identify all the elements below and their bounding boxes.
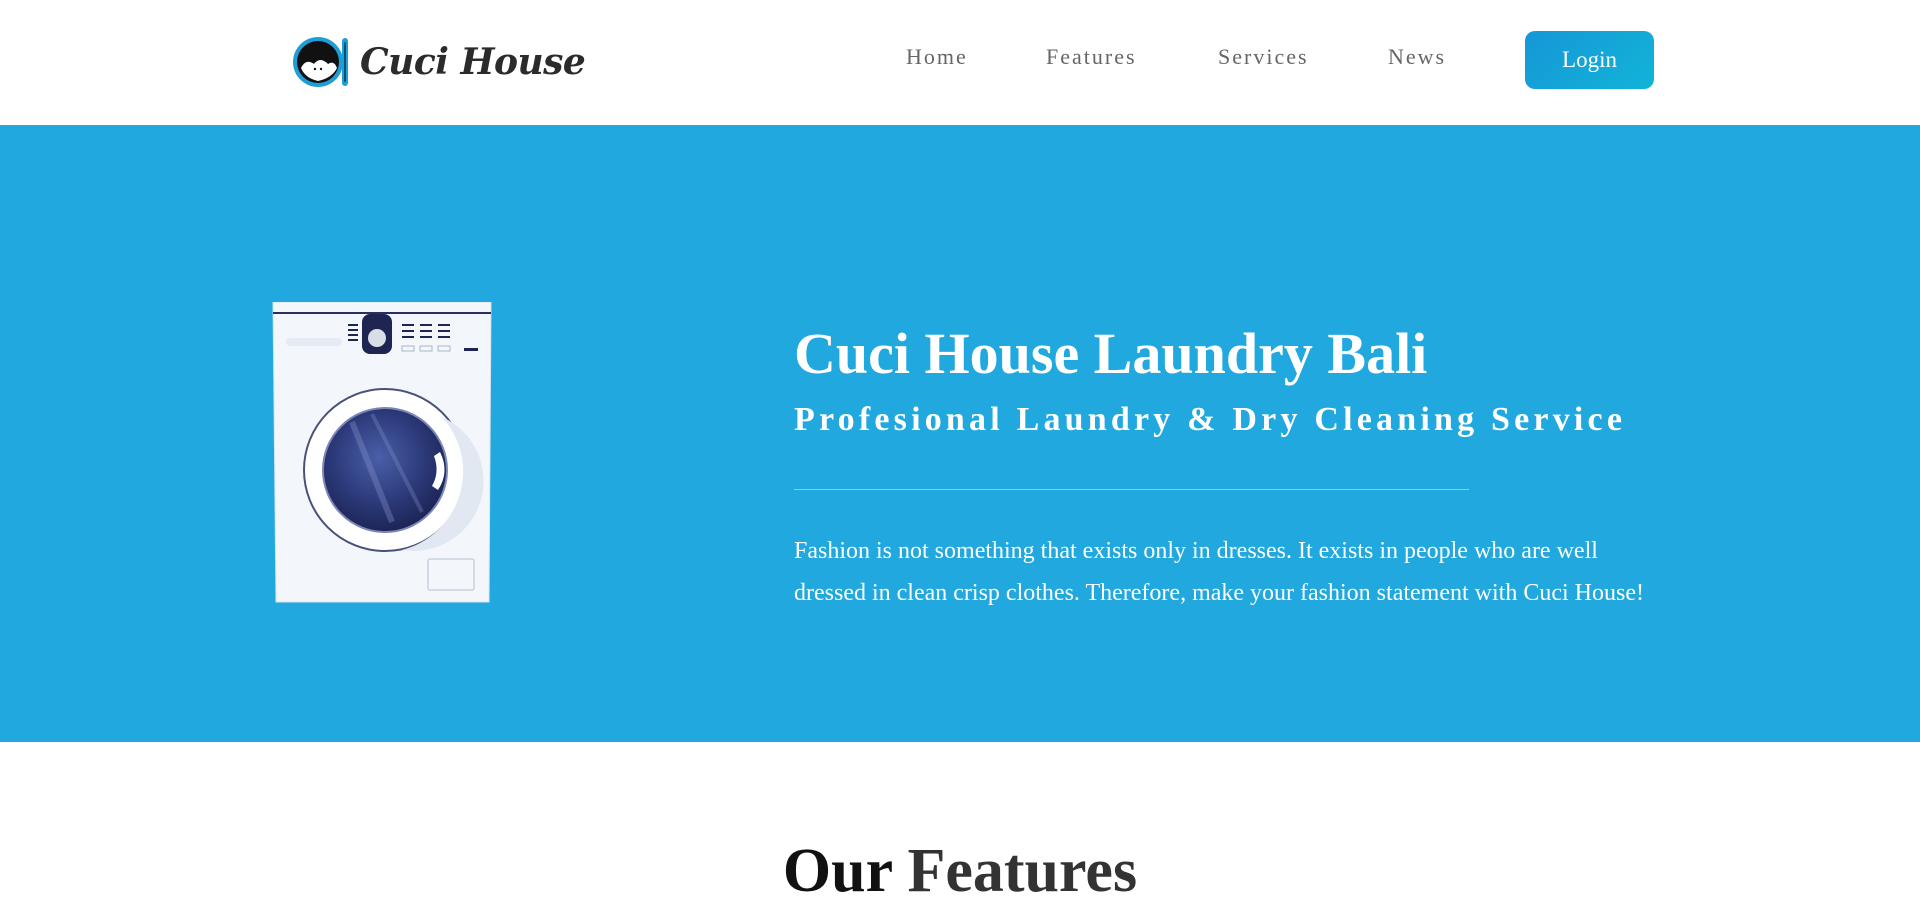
site-header: Cuci House Home Features Services News L… <box>0 0 1920 125</box>
nav-item-news[interactable]: News <box>1388 44 1446 70</box>
hero-section: Cuci House Laundry Bali Profesional Laun… <box>0 125 1920 742</box>
nav-item-services[interactable]: Services <box>1218 44 1309 70</box>
washing-machine-logo-icon <box>293 37 348 87</box>
logo-text: Cuci House <box>360 41 586 83</box>
nav-item-features[interactable]: Features <box>1046 44 1137 70</box>
features-heading-bold: Our <box>782 837 893 902</box>
features-heading: Our Features <box>0 836 1920 902</box>
features-heading-rest: Features <box>907 837 1138 902</box>
hero-description: Fashion is not something that exists onl… <box>794 538 1644 606</box>
washing-machine-illustration <box>272 302 492 603</box>
nav-item-home[interactable]: Home <box>906 44 968 70</box>
hero-title: Cuci House Laundry Bali <box>794 321 1428 386</box>
hero-subtitle: Profesional Laundry & Dry Cleaning Servi… <box>794 401 1627 438</box>
login-button[interactable]: Login <box>1525 31 1654 89</box>
logo[interactable]: Cuci House <box>292 34 586 90</box>
hero-divider <box>794 489 1469 490</box>
